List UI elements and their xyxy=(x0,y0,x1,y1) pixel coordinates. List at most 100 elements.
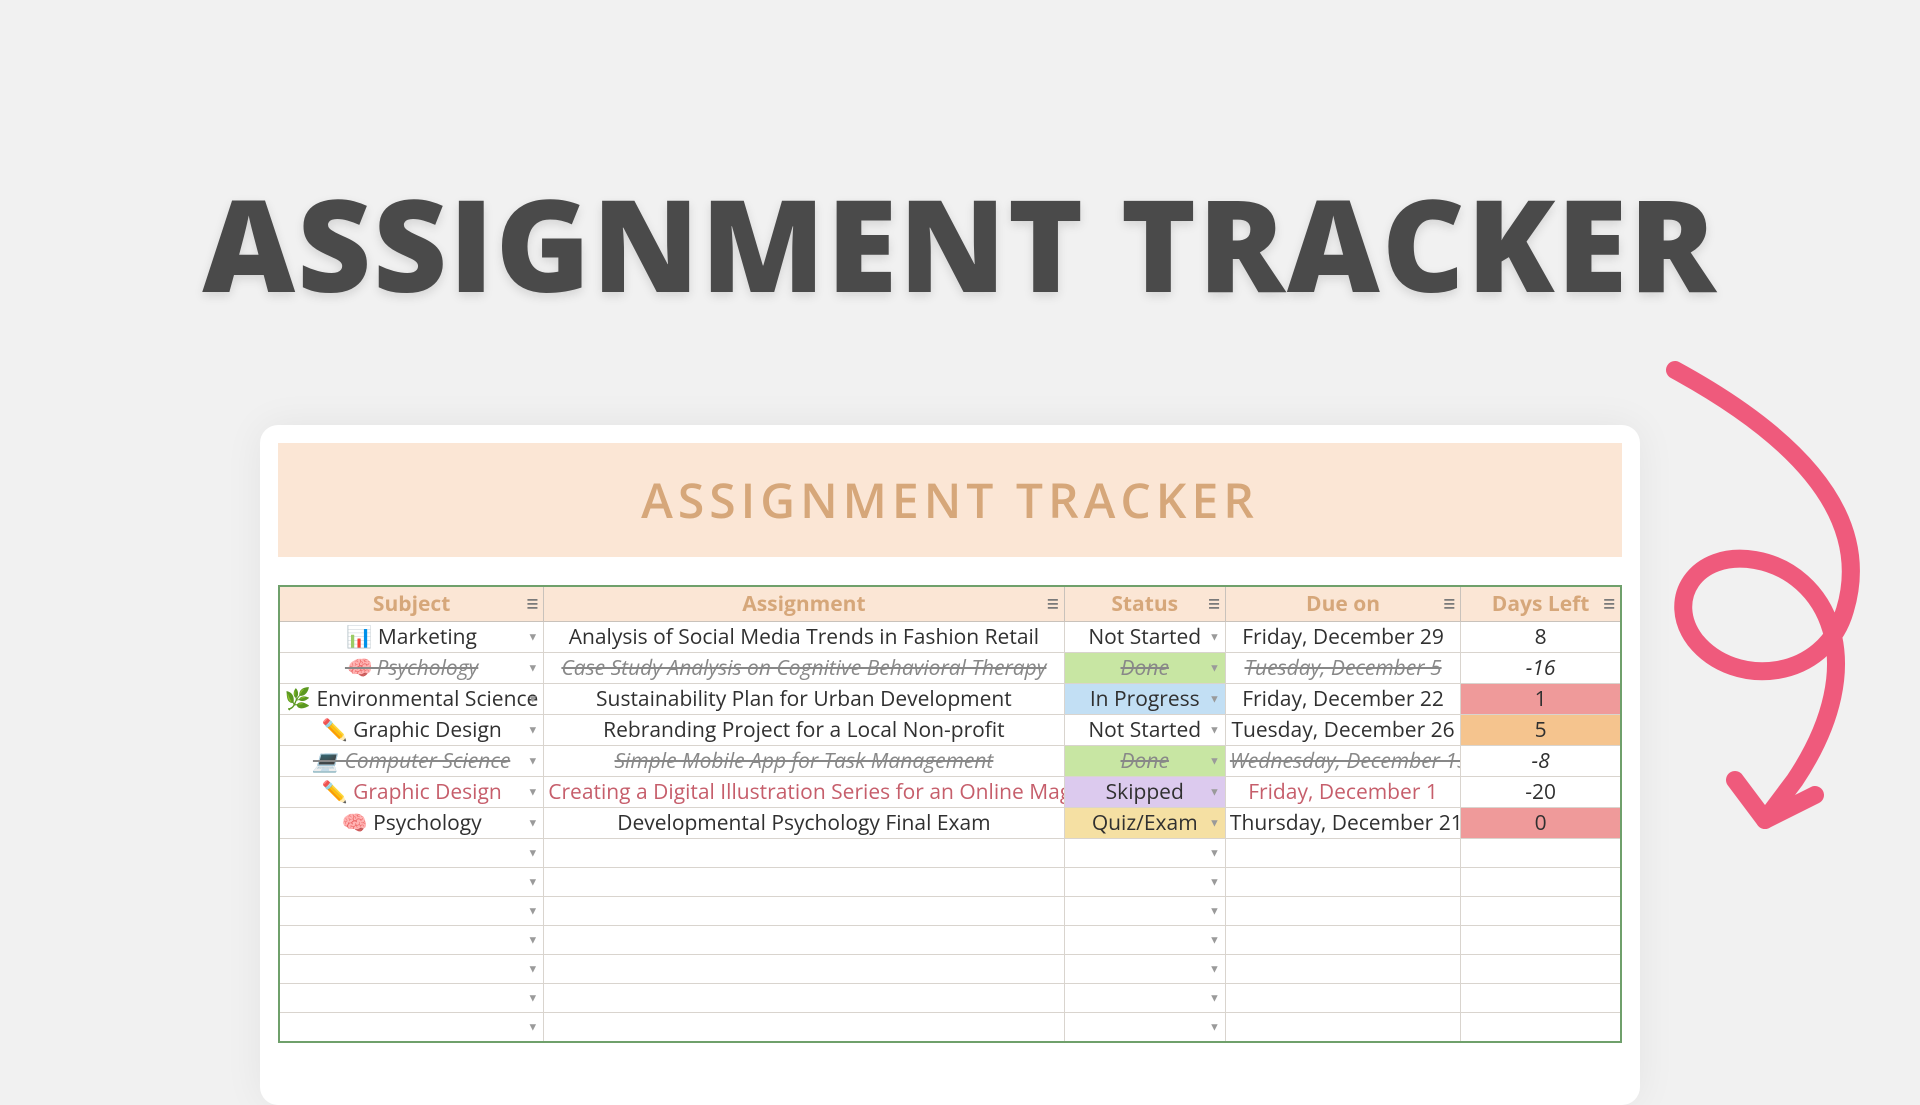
dropdown-caret-icon[interactable]: ▼ xyxy=(1209,663,1220,674)
empty-cell[interactable]: ▼ xyxy=(279,926,544,955)
dropdown-caret-icon[interactable]: ▼ xyxy=(1209,694,1220,705)
empty-cell[interactable] xyxy=(1461,868,1621,897)
empty-cell[interactable]: ▼ xyxy=(1064,926,1225,955)
cell-subject[interactable]: ✏️ Graphic Design▼ xyxy=(279,715,544,746)
cell-due[interactable]: Tuesday, December 26 xyxy=(1225,715,1460,746)
dropdown-caret-icon[interactable]: ▼ xyxy=(527,848,538,859)
dropdown-caret-icon[interactable]: ▼ xyxy=(1209,818,1220,829)
dropdown-caret-icon[interactable]: ▼ xyxy=(527,663,538,674)
empty-cell[interactable] xyxy=(1225,868,1460,897)
dropdown-caret-icon[interactable]: ▼ xyxy=(527,935,538,946)
dropdown-caret-icon[interactable]: ▼ xyxy=(1209,964,1220,975)
cell-due[interactable]: Thursday, December 21 xyxy=(1225,808,1460,839)
dropdown-caret-icon[interactable]: ▼ xyxy=(1209,935,1220,946)
empty-cell[interactable] xyxy=(1225,955,1460,984)
empty-cell[interactable]: ▼ xyxy=(279,839,544,868)
dropdown-caret-icon[interactable]: ▼ xyxy=(1209,993,1220,1004)
empty-cell[interactable] xyxy=(1461,984,1621,1013)
empty-cell[interactable]: ▼ xyxy=(279,897,544,926)
cell-status[interactable]: Skipped▼ xyxy=(1064,777,1225,808)
dropdown-caret-icon[interactable]: ▼ xyxy=(1209,787,1220,798)
filter-icon[interactable]: ☰ xyxy=(1208,598,1220,611)
cell-assignment[interactable]: Simple Mobile App for Task Management xyxy=(544,746,1064,777)
dropdown-caret-icon[interactable]: ▼ xyxy=(1209,725,1220,736)
cell-status[interactable]: Done▼ xyxy=(1064,653,1225,684)
dropdown-caret-icon[interactable]: ▼ xyxy=(527,906,538,917)
dropdown-caret-icon[interactable]: ▼ xyxy=(527,993,538,1004)
cell-assignment[interactable]: Developmental Psychology Final Exam xyxy=(544,808,1064,839)
cell-due[interactable]: Friday, December 29 xyxy=(1225,622,1460,653)
dropdown-caret-icon[interactable]: ▼ xyxy=(527,725,538,736)
cell-assignment[interactable]: Case Study Analysis on Cognitive Behavio… xyxy=(544,653,1064,684)
empty-cell[interactable] xyxy=(544,984,1064,1013)
dropdown-caret-icon[interactable]: ▼ xyxy=(1209,1021,1220,1032)
empty-cell[interactable]: ▼ xyxy=(1064,839,1225,868)
cell-status[interactable]: Not Started▼ xyxy=(1064,622,1225,653)
dropdown-caret-icon[interactable]: ▼ xyxy=(1209,756,1220,767)
cell-due[interactable]: Wednesday, December 13 xyxy=(1225,746,1460,777)
cell-status[interactable]: Not Started▼ xyxy=(1064,715,1225,746)
cell-status[interactable]: Done▼ xyxy=(1064,746,1225,777)
dropdown-caret-icon[interactable]: ▼ xyxy=(527,632,538,643)
cell-assignment[interactable]: Sustainability Plan for Urban Developmen… xyxy=(544,684,1064,715)
empty-cell[interactable] xyxy=(544,955,1064,984)
empty-cell[interactable] xyxy=(1225,1013,1460,1042)
col-header-due[interactable]: Due on ☰ xyxy=(1225,586,1460,622)
empty-cell[interactable] xyxy=(1461,955,1621,984)
cell-subject[interactable]: 🧠 Psychology▼ xyxy=(279,808,544,839)
cell-due[interactable]: Friday, December 22 xyxy=(1225,684,1460,715)
cell-subject[interactable]: 🧠 Psychology▼ xyxy=(279,653,544,684)
filter-icon[interactable]: ☰ xyxy=(1444,598,1456,611)
dropdown-caret-icon[interactable]: ▼ xyxy=(527,818,538,829)
col-header-status[interactable]: Status ☰ xyxy=(1064,586,1225,622)
empty-cell[interactable] xyxy=(544,926,1064,955)
cell-status[interactable]: In Progress▼ xyxy=(1064,684,1225,715)
filter-icon[interactable]: ☰ xyxy=(1047,598,1059,611)
filter-icon[interactable]: ☰ xyxy=(527,598,539,611)
cell-status[interactable]: Quiz/Exam▼ xyxy=(1064,808,1225,839)
empty-cell[interactable] xyxy=(544,1013,1064,1042)
cell-assignment[interactable]: Rebranding Project for a Local Non-profi… xyxy=(544,715,1064,746)
cell-subject[interactable]: 🌿 Environmental Science▼ xyxy=(279,684,544,715)
cell-assignment[interactable]: Analysis of Social Media Trends in Fashi… xyxy=(544,622,1064,653)
dropdown-caret-icon[interactable]: ▼ xyxy=(1209,848,1220,859)
dropdown-caret-icon[interactable]: ▼ xyxy=(1209,906,1220,917)
col-header-days[interactable]: Days Left ☰ xyxy=(1461,586,1621,622)
cell-subject[interactable]: 💻 Computer Science▼ xyxy=(279,746,544,777)
filter-icon[interactable]: ☰ xyxy=(1603,598,1615,611)
dropdown-caret-icon[interactable]: ▼ xyxy=(527,964,538,975)
empty-cell[interactable] xyxy=(1461,897,1621,926)
empty-cell[interactable]: ▼ xyxy=(1064,984,1225,1013)
dropdown-caret-icon[interactable]: ▼ xyxy=(527,787,538,798)
dropdown-caret-icon[interactable]: ▼ xyxy=(1209,877,1220,888)
empty-cell[interactable]: ▼ xyxy=(279,1013,544,1042)
col-header-assignment[interactable]: Assignment ☰ xyxy=(544,586,1064,622)
empty-cell[interactable] xyxy=(544,897,1064,926)
dropdown-caret-icon[interactable]: ▼ xyxy=(1209,632,1220,643)
empty-cell[interactable]: ▼ xyxy=(1064,868,1225,897)
empty-cell[interactable]: ▼ xyxy=(1064,1013,1225,1042)
dropdown-caret-icon[interactable]: ▼ xyxy=(527,1021,538,1032)
empty-cell[interactable]: ▼ xyxy=(1064,955,1225,984)
empty-cell[interactable] xyxy=(1461,926,1621,955)
empty-cell[interactable] xyxy=(544,839,1064,868)
empty-cell[interactable]: ▼ xyxy=(279,955,544,984)
empty-cell[interactable] xyxy=(1225,897,1460,926)
empty-cell[interactable] xyxy=(1461,839,1621,868)
col-header-subject[interactable]: Subject ☰ xyxy=(279,586,544,622)
empty-cell[interactable] xyxy=(1461,1013,1621,1042)
empty-cell[interactable] xyxy=(1225,926,1460,955)
cell-subject[interactable]: ✏️ Graphic Design▼ xyxy=(279,777,544,808)
dropdown-caret-icon[interactable]: ▼ xyxy=(527,877,538,888)
cell-subject[interactable]: 📊 Marketing▼ xyxy=(279,622,544,653)
dropdown-caret-icon[interactable]: ▼ xyxy=(527,756,538,767)
empty-cell[interactable] xyxy=(544,868,1064,897)
cell-due[interactable]: Tuesday, December 5 xyxy=(1225,653,1460,684)
cell-assignment[interactable]: Creating a Digital Illustration Series f… xyxy=(544,777,1064,808)
empty-cell[interactable]: ▼ xyxy=(279,984,544,1013)
empty-cell[interactable]: ▼ xyxy=(279,868,544,897)
empty-cell[interactable] xyxy=(1225,984,1460,1013)
empty-cell[interactable]: ▼ xyxy=(1064,897,1225,926)
cell-due[interactable]: Friday, December 1 xyxy=(1225,777,1460,808)
dropdown-caret-icon[interactable]: ▼ xyxy=(527,694,538,705)
